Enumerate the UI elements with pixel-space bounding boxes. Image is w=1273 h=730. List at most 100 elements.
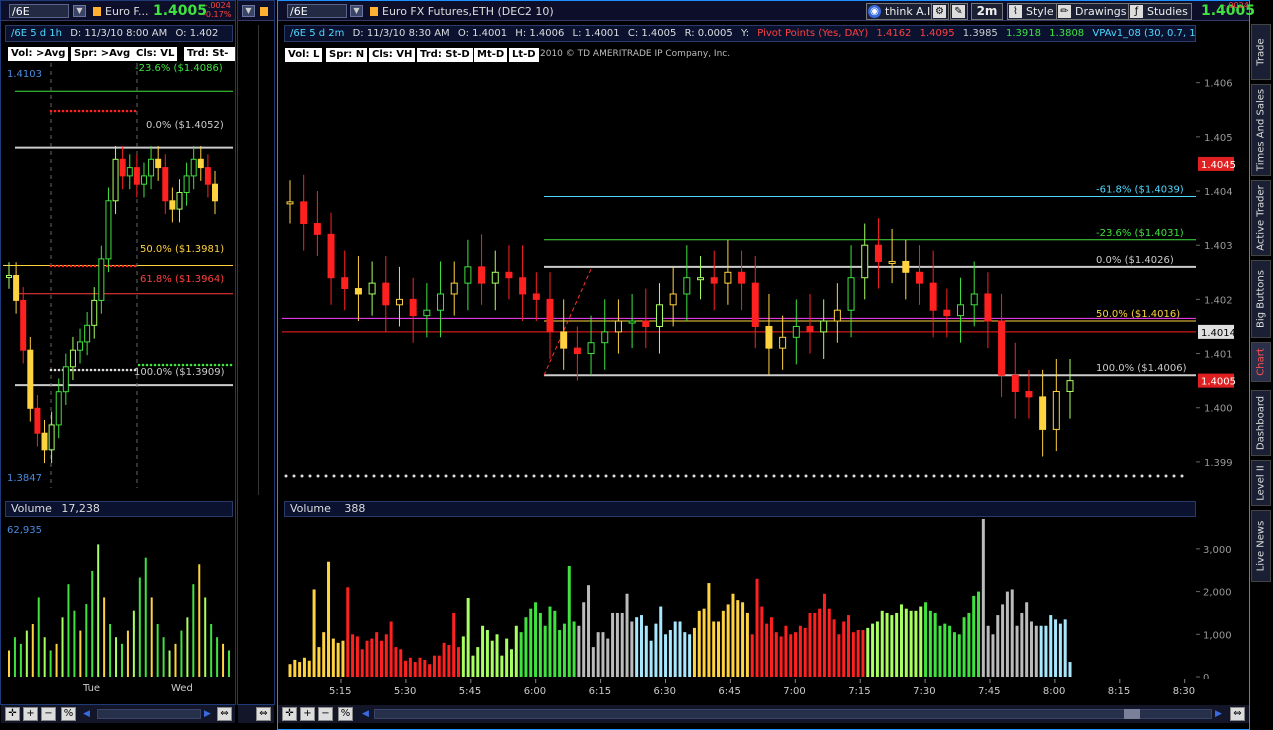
volume-bar[interactable] xyxy=(943,623,947,677)
volume-bar[interactable] xyxy=(948,625,952,677)
left-scroll-right-icon[interactable]: ▶ xyxy=(204,709,211,719)
volume-bar[interactable] xyxy=(659,606,663,677)
left-volume-bar[interactable] xyxy=(132,610,135,677)
left-candle-body[interactable] xyxy=(169,200,176,210)
volume-bar[interactable] xyxy=(379,640,383,677)
volume-bar[interactable] xyxy=(871,623,875,677)
left-cls-button[interactable]: Cls: VL xyxy=(133,47,178,61)
left-candle-body[interactable] xyxy=(197,158,204,169)
left-volume-bar[interactable] xyxy=(186,617,189,677)
volume-bar[interactable] xyxy=(818,608,822,677)
candle-body[interactable] xyxy=(437,293,445,311)
volume-bar[interactable] xyxy=(702,608,706,677)
left-volume-bar[interactable] xyxy=(61,617,64,677)
volume-bar[interactable] xyxy=(904,608,908,677)
candle-body[interactable] xyxy=(450,282,458,295)
volume-bar[interactable] xyxy=(606,638,610,677)
volume-bar[interactable] xyxy=(404,660,408,677)
volume-bar[interactable] xyxy=(899,604,903,677)
candle-body[interactable] xyxy=(847,277,855,311)
main-expand-icon[interactable]: ⇔ xyxy=(1230,707,1245,721)
candle-body[interactable] xyxy=(313,223,321,235)
left-candle-body[interactable] xyxy=(20,299,27,351)
candle-body[interactable] xyxy=(697,277,705,281)
volume-bar[interactable] xyxy=(457,647,461,677)
side-tab-level-ii[interactable]: Level II xyxy=(1251,460,1271,506)
candle-body[interactable] xyxy=(683,277,691,295)
volume-bar[interactable] xyxy=(601,632,605,677)
volume-bar[interactable] xyxy=(837,634,841,677)
candle-body[interactable] xyxy=(546,298,554,333)
candle-body[interactable] xyxy=(519,277,527,295)
left-volume-bar[interactable] xyxy=(168,650,171,677)
main-trd-button[interactable]: Trd: St-D xyxy=(417,48,473,62)
volume-bar[interactable] xyxy=(842,621,846,677)
volume-bar[interactable] xyxy=(745,612,749,677)
left-volume-bar[interactable] xyxy=(91,570,94,677)
left-percent-icon[interactable]: % xyxy=(61,707,76,721)
left-volume-bar[interactable] xyxy=(19,643,22,677)
candle-body[interactable] xyxy=(943,309,951,317)
main-scroll-thumb[interactable] xyxy=(1124,709,1140,719)
volume-bar[interactable] xyxy=(394,647,398,677)
left-volume-bar[interactable] xyxy=(174,643,177,677)
candle-body[interactable] xyxy=(300,201,308,225)
left-volume-bar[interactable] xyxy=(115,637,118,677)
volume-bar[interactable] xyxy=(972,595,976,677)
volume-bar[interactable] xyxy=(1029,621,1033,677)
candle-body[interactable] xyxy=(1025,390,1033,398)
candle-body[interactable] xyxy=(286,201,294,205)
volume-bar[interactable] xyxy=(442,642,446,677)
volume-bar[interactable] xyxy=(813,612,817,677)
volume-bar[interactable] xyxy=(895,612,899,677)
volume-bar[interactable] xyxy=(384,634,388,677)
volume-bar[interactable] xyxy=(1010,589,1014,677)
volume-bar[interactable] xyxy=(736,600,740,677)
volume-bar[interactable] xyxy=(909,610,913,677)
left-candle-body[interactable] xyxy=(48,424,55,451)
candle-body[interactable] xyxy=(806,325,814,333)
volume-bar[interactable] xyxy=(452,612,456,677)
candle-body[interactable] xyxy=(1011,374,1019,392)
candle-body[interactable] xyxy=(327,233,335,279)
volume-bar[interactable] xyxy=(505,638,509,677)
volume-bar[interactable] xyxy=(755,578,759,677)
drawings-button[interactable]: ✏ Drawings xyxy=(1056,3,1131,20)
volume-bar[interactable] xyxy=(591,647,595,677)
volume-bar[interactable] xyxy=(630,621,634,677)
volume-bar[interactable] xyxy=(774,632,778,677)
candle-body[interactable] xyxy=(409,298,417,317)
main-lt-button[interactable]: Lt-D xyxy=(509,48,539,62)
volume-bar[interactable] xyxy=(741,602,745,677)
main-scrollbar[interactable] xyxy=(374,709,1212,719)
left-volume-bar[interactable] xyxy=(144,557,147,677)
volume-bar[interactable] xyxy=(327,561,331,677)
left-candle-body[interactable] xyxy=(162,167,169,202)
left-volume-bar[interactable] xyxy=(126,630,129,677)
volume-bar[interactable] xyxy=(322,632,326,677)
left-volume-bar[interactable] xyxy=(204,597,207,677)
volume-bar[interactable] xyxy=(885,612,889,677)
left-symbol-dropdown-icon[interactable]: ▼ xyxy=(73,5,86,17)
left-candle-body[interactable] xyxy=(105,200,112,260)
left-candle-body[interactable] xyxy=(91,299,98,326)
volume-bar[interactable] xyxy=(509,649,513,677)
left-candle-body[interactable] xyxy=(133,167,140,185)
side-tab-big-buttons[interactable]: Big Buttons xyxy=(1251,260,1271,338)
volume-bar[interactable] xyxy=(529,608,533,677)
main-symbol-field[interactable]: /6E xyxy=(287,4,347,18)
left-volume-chart[interactable] xyxy=(3,521,233,679)
volume-bar[interactable] xyxy=(341,640,345,677)
left-volume-bar[interactable] xyxy=(156,623,159,677)
left-candle-body[interactable] xyxy=(155,158,162,169)
volume-bar[interactable] xyxy=(924,602,928,677)
volume-bar[interactable] xyxy=(827,608,831,677)
volume-bar[interactable] xyxy=(625,593,629,677)
volume-bar[interactable] xyxy=(875,621,879,677)
volume-bar[interactable] xyxy=(697,610,701,677)
volume-bar[interactable] xyxy=(919,606,923,677)
volume-bar[interactable] xyxy=(808,612,812,677)
main-zoom-in-icon[interactable]: + xyxy=(300,707,315,721)
left-vol-button[interactable]: Vol: >Avg xyxy=(8,47,69,61)
volume-bar[interactable] xyxy=(750,634,754,677)
